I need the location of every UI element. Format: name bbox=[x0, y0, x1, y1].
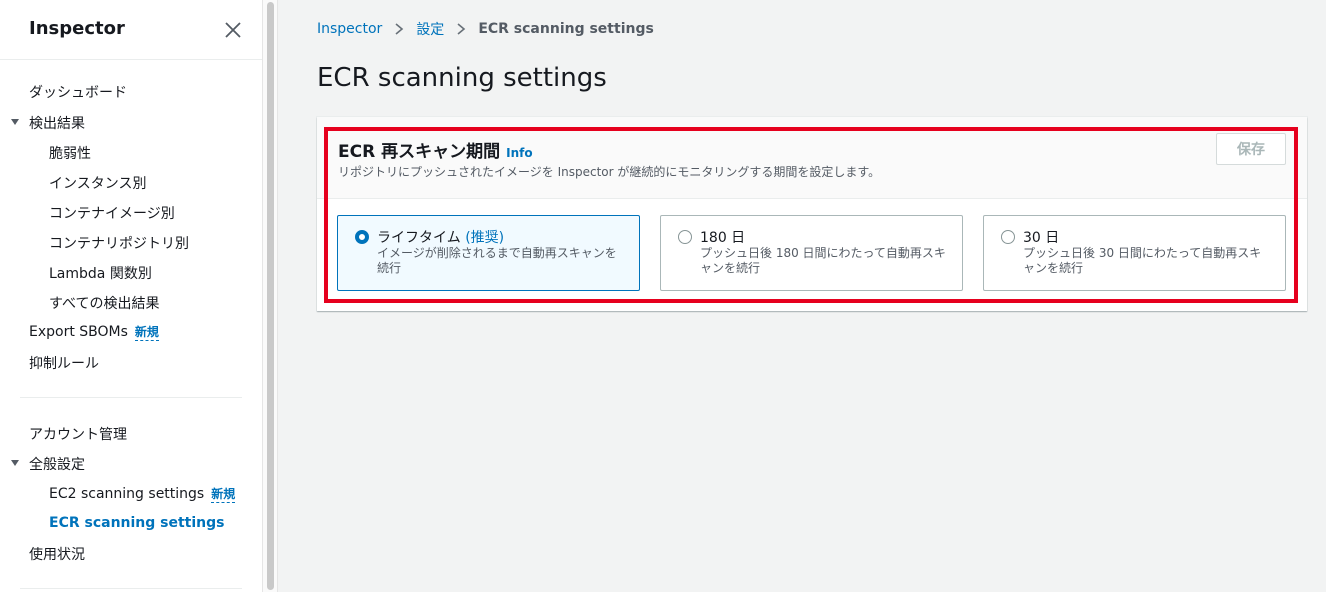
sidebar-item-usage[interactable]: 使用状況 bbox=[29, 544, 85, 564]
breadcrumb-inspector[interactable]: Inspector bbox=[317, 21, 382, 37]
sidebar-item-vulnerability[interactable]: 脆弱性 bbox=[49, 143, 91, 163]
sidebar-item-ec2-scanning[interactable]: EC2 scanning settings 新規 bbox=[49, 485, 236, 503]
option-description: プッシュ日後 30 日間にわたって自動再スキャンを続行 bbox=[1023, 246, 1262, 275]
option-tile-30-days[interactable]: 30 日 プッシュ日後 30 日間にわたって自動再スキャンを続行 bbox=[983, 215, 1286, 291]
sidebar-item-general-settings[interactable]: 全般設定 bbox=[29, 454, 85, 474]
rescan-duration-panel: ECR 再スキャン期間 Info リポジトリにプッシュされたイメージを Inspe… bbox=[317, 117, 1307, 311]
sidebar-item-by-lambda[interactable]: Lambda 関数別 bbox=[49, 263, 152, 283]
sidebar-item-all-findings[interactable]: すべての検出結果 bbox=[49, 293, 159, 313]
option-label: ライフタイム (推奨) bbox=[377, 227, 504, 247]
sidebar-item-suppression-rules[interactable]: 抑制ルール bbox=[29, 353, 99, 373]
sidebar-title: Inspector bbox=[29, 18, 125, 39]
caret-down-icon[interactable] bbox=[10, 117, 20, 127]
option-tile-lifetime[interactable]: ライフタイム (推奨) イメージが削除されるまで自動再スキャンを続行 bbox=[337, 215, 640, 291]
new-badge: 新規 bbox=[134, 325, 159, 341]
panel-title-text: ECR 再スキャン期間 bbox=[338, 142, 501, 162]
sidebar-divider bbox=[20, 397, 242, 398]
sidebar-item-account-management[interactable]: アカウント管理 bbox=[29, 424, 127, 444]
panel-description: リポジトリにプッシュされたイメージを Inspector が継続的にモニタリング… bbox=[338, 165, 881, 179]
new-badge: 新規 bbox=[211, 487, 236, 503]
option-description: イメージが削除されるまで自動再スキャンを続行 bbox=[377, 246, 617, 275]
info-link[interactable]: Info bbox=[506, 146, 532, 160]
panel-header: ECR 再スキャン期間 Info リポジトリにプッシュされたイメージを Inspe… bbox=[317, 117, 1307, 199]
caret-down-icon[interactable] bbox=[10, 458, 20, 468]
radio-button-selected[interactable] bbox=[355, 230, 369, 244]
option-tile-180-days[interactable]: 180 日 プッシュ日後 180 日間にわたって自動再スキャンを続行 bbox=[660, 215, 963, 291]
sidebar-item-label: Export SBOMs bbox=[29, 324, 128, 340]
sidebar-item-findings[interactable]: 検出結果 bbox=[29, 113, 85, 133]
option-description: プッシュ日後 180 日間にわたって自動再スキャンを続行 bbox=[700, 246, 946, 275]
radio-button[interactable] bbox=[1001, 230, 1015, 244]
sidebar-item-by-instance[interactable]: インスタンス別 bbox=[49, 173, 146, 193]
radio-button[interactable] bbox=[678, 230, 692, 244]
sidebar-item-dashboard[interactable]: ダッシュボード bbox=[29, 82, 127, 102]
sidebar-scrollbar[interactable] bbox=[262, 0, 278, 592]
sidebar: Inspector ダッシュボード 検出結果 脆弱性 インスタンス別 コンテナイ… bbox=[0, 0, 262, 592]
sidebar-item-label: EC2 scanning settings bbox=[49, 486, 205, 502]
breadcrumb-settings[interactable]: 設定 bbox=[416, 19, 444, 39]
sidebar-divider bbox=[20, 588, 242, 589]
sidebar-item-export-sboms[interactable]: Export SBOMs 新規 bbox=[29, 323, 159, 341]
sidebar-item-ecr-scanning[interactable]: ECR scanning settings bbox=[49, 515, 225, 531]
app-window: Inspector ダッシュボード 検出結果 脆弱性 インスタンス別 コンテナイ… bbox=[0, 0, 1326, 592]
chevron-right-icon bbox=[395, 23, 404, 35]
sidebar-item-by-container-image[interactable]: コンテナイメージ別 bbox=[49, 203, 175, 223]
save-button[interactable]: 保存 bbox=[1216, 133, 1286, 165]
sidebar-header: Inspector bbox=[0, 0, 262, 60]
option-label: 30 日 bbox=[1023, 230, 1060, 246]
option-label: 180 日 bbox=[700, 230, 746, 246]
breadcrumb-current: ECR scanning settings bbox=[478, 21, 654, 37]
close-icon[interactable] bbox=[222, 19, 244, 41]
page-title: ECR scanning settings bbox=[317, 63, 607, 93]
breadcrumb: Inspector 設定 ECR scanning settings bbox=[317, 20, 654, 38]
sidebar-item-by-container-repo[interactable]: コンテナリポジトリ別 bbox=[49, 233, 189, 253]
scrollbar-thumb[interactable] bbox=[267, 2, 274, 590]
panel-title: ECR 再スキャン期間 Info bbox=[338, 137, 533, 162]
recommended-tag: (推奨) bbox=[465, 230, 505, 246]
chevron-right-icon bbox=[457, 23, 466, 35]
option-label-text: ライフタイム bbox=[377, 230, 461, 246]
